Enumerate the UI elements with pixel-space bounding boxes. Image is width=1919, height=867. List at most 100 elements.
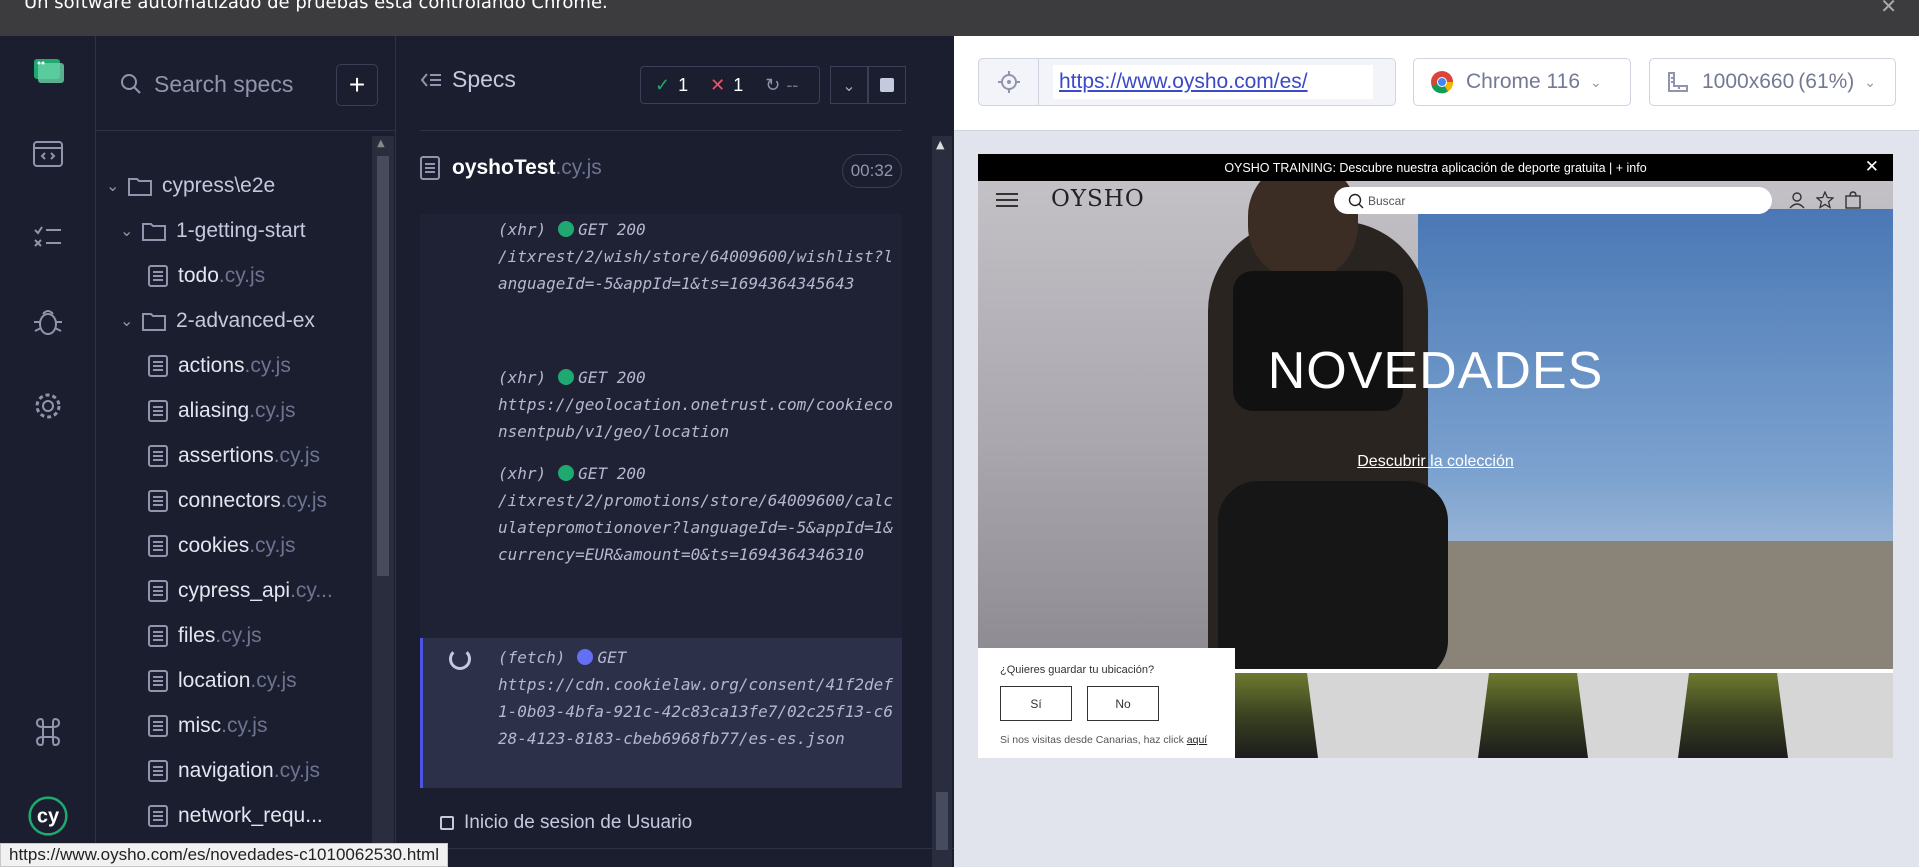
scrollbar-thumb[interactable] [936,792,948,850]
gear-icon[interactable] [28,386,68,426]
document-icon [148,760,168,782]
folder-row[interactable]: ⌄ 2-advanced-ex [120,301,315,341]
url-bar[interactable]: https://www.oysho.com/es/ [978,58,1396,106]
star-icon[interactable] [1816,191,1834,209]
cy-logo-icon[interactable]: cy [28,796,68,836]
hero-wall [1418,541,1893,669]
browser-selector[interactable]: Chrome 116 ⌄ [1413,58,1631,106]
sidebar-scrollbar[interactable]: ▲ [372,136,394,867]
scrollbar-thumb[interactable] [377,156,389,576]
selector-playground-button[interactable] [979,59,1039,105]
command-type: (xhr) [498,220,547,239]
document-icon [148,580,168,602]
spec-row[interactable]: todo .cy.js [148,256,265,296]
site-search-placeholder: Buscar [1368,193,1406,208]
spec-row[interactable]: cookies .cy.js [148,526,295,566]
code-runner-icon[interactable] [28,134,68,174]
hero-banner[interactable]: OYSHO Buscar NOVEDADES Descubrir la cole… [978,181,1893,669]
specs-toggle[interactable]: Specs [420,66,516,93]
menu-icon[interactable] [996,193,1018,207]
promo-text[interactable]: OYSHO TRAINING: Descubre nuestra aplicac… [1224,161,1646,175]
location-note-text: Si nos visitas desde Canarias, haz click [1000,734,1184,746]
spec-row[interactable]: actions .cy.js [148,346,291,386]
here-link[interactable]: aquí [1187,734,1207,746]
list-icon[interactable] [28,218,68,258]
spec-row[interactable]: network_requ... [148,796,323,836]
search-specs-input[interactable]: Search specs [120,64,300,104]
command-key-icon[interactable] [28,712,68,752]
scroll-up-icon[interactable]: ▲ [936,138,944,151]
folder-row[interactable]: ⌄ 1-getting-start [120,211,306,251]
location-consent-popup: ¿Quieres guardar tu ubicación? Sí No Si … [978,648,1235,758]
spec-row[interactable]: assertions .cy.js [148,436,320,476]
bag-icon[interactable] [1844,191,1862,209]
spec-row[interactable]: misc .cy.js [148,706,267,746]
stop-button[interactable] [868,66,906,104]
pending-count: -- [786,74,799,95]
spec-row[interactable]: navigation .cy.js [148,751,320,791]
site-header: OYSHO Buscar [978,181,1893,221]
command-url: https://geolocation.onetrust.com/cookiec… [498,395,893,441]
url-value[interactable]: https://www.oysho.com/es/ [1053,65,1373,99]
chevron-down-icon[interactable]: ⌄ [830,66,868,104]
automation-banner: Un software automatizado de pruebas está… [0,0,1919,36]
search-placeholder: Search specs [154,70,294,97]
command-row[interactable]: (xhr) GET 200 /itxrest/2/wish/store/64009… [420,214,902,352]
product-thumbnail[interactable] [1478,673,1588,758]
add-spec-button[interactable]: + [336,64,378,106]
document-icon [148,535,168,557]
screen: Un software automatizado de pruebas está… [0,0,1919,867]
no-button[interactable]: No [1087,686,1159,721]
close-icon[interactable]: ✕ [1880,0,1897,18]
command-row[interactable]: (xhr) GET 200 https://geolocation.onetrus… [420,364,902,450]
scroll-up-icon[interactable]: ▲ [377,138,385,149]
tree-item-name: location [178,669,251,692]
spec-row[interactable]: files .cy.js [148,616,262,656]
suite-row[interactable]: Inicio de sesion de Usuario [440,812,692,834]
tree-item-ext: .cy.js [221,714,268,737]
hero-model-shorts [1218,481,1448,669]
bug-icon[interactable] [28,302,68,342]
yes-button[interactable]: Sí [1000,686,1072,721]
command-method: GET 200 [578,220,646,239]
cypress-logo-icon[interactable] [28,50,68,90]
preview-toolbar: https://www.oysho.com/es/ Chrome 116 ⌄ 1… [954,36,1919,131]
command-method: GET 200 [578,464,646,483]
spec-row[interactable]: cypress_api .cy... [148,571,333,611]
suite-checkbox [440,816,454,830]
search-icon [121,74,141,94]
viewport-scale: (61%) [1798,70,1855,93]
spec-file-ext: .cy.js [555,156,602,179]
hero-cta-link[interactable]: Descubrir la colección [978,453,1893,471]
specs-title: Specs [452,66,516,92]
app-frame: OYSHO TRAINING: Descubre nuestra aplicac… [978,154,1893,758]
tree-item-name: files [178,624,216,647]
status-dot [558,465,575,481]
product-thumbnail[interactable] [1678,673,1788,758]
search-icon [1348,193,1364,208]
document-icon [420,156,440,180]
tree-item-name: aliasing [178,399,250,422]
viewport-selector[interactable]: 1000x660 (61%) ⌄ [1649,58,1896,106]
failed-count: 1 [733,74,744,95]
tree-item-name: network_requ... [178,804,323,827]
folder-row[interactable]: ⌄ cypress\e2e [106,166,275,206]
site-logo[interactable]: OYSHO [1051,186,1145,212]
site-search-input[interactable]: Buscar [1334,187,1772,214]
spec-row[interactable]: aliasing .cy.js [148,391,296,431]
divider [396,848,954,849]
command-url: /itxrest/2/wish/store/64009600/wishlist?… [498,247,893,293]
reporter-scrollbar[interactable]: ▲ [932,136,952,867]
command-row-active[interactable]: (fetch) GET https://cdn.cookielaw.org/con… [420,638,902,788]
chevron-down-icon[interactable]: ⌄ [120,221,142,241]
chevron-down-icon[interactable]: ⌄ [106,176,128,196]
divider [96,130,396,131]
spec-row[interactable]: connectors .cy.js [148,481,327,521]
location-note: Si nos visitas desde Canarias, haz click… [1000,734,1207,746]
spec-row[interactable]: location .cy.js [148,661,297,701]
hero-title: NOVEDADES [1267,342,1604,400]
close-icon[interactable]: ✕ [1865,157,1879,177]
command-row[interactable]: (xhr) GET 200 /itxrest/2/promotions/store… [420,460,902,596]
chevron-down-icon[interactable]: ⌄ [120,311,142,331]
user-icon[interactable] [1788,191,1806,209]
